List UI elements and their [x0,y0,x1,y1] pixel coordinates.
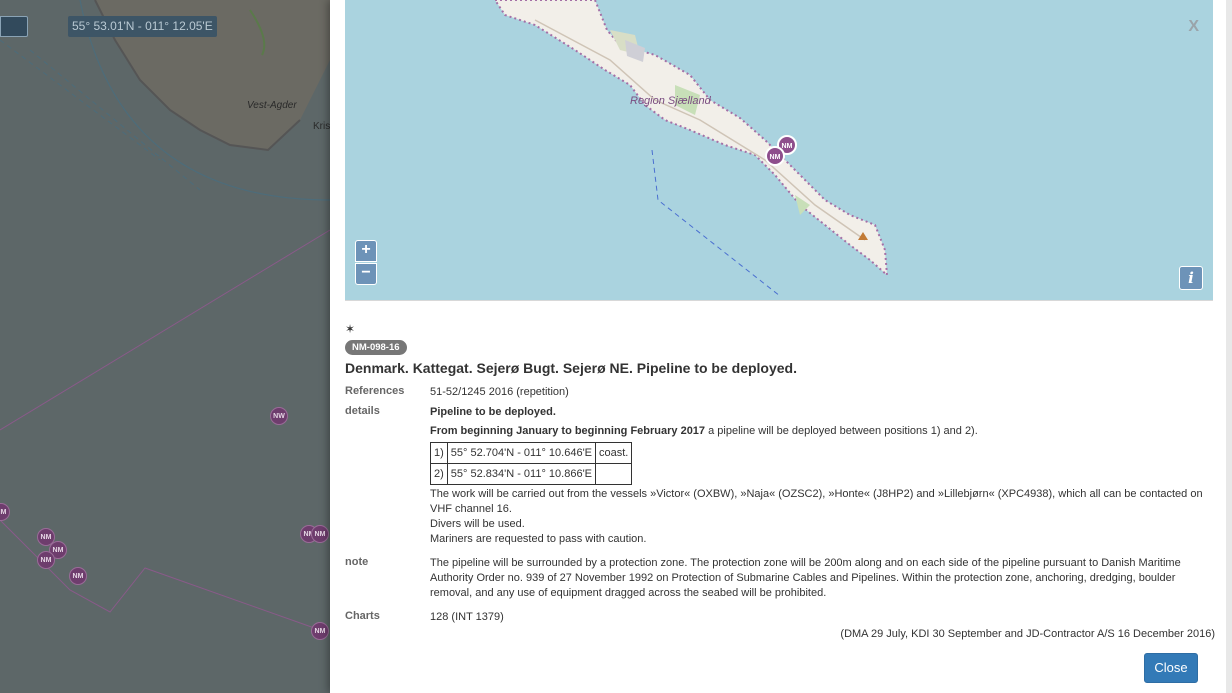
notice-content: ✶ NM-098-16 Denmark. Kattegat. Sejerø Bu… [345,322,1215,625]
note-row: note The pipeline will be surrounded by … [345,556,1215,601]
bg-place-label-vest-agder: Vest-Agder [247,100,297,111]
bg-coordinates-readout: 55° 53.01'N - 011° 12.05'E [68,16,217,37]
references-value[interactable]: 51-52/1245 2016 (repetition) [430,385,1215,400]
table-row: 2) 55° 52.834'N - 011° 10.866'E [430,463,633,485]
bg-place-label-kris: Kris [313,121,330,132]
close-button[interactable]: Close [1144,653,1198,683]
details-mariners: Mariners are requested to pass with caut… [430,533,647,545]
note-label: note [345,556,369,568]
details-heading: Pipeline to be deployed. [430,406,556,418]
details-row: details Pipeline to be deployed. From be… [345,405,1215,547]
bg-nm-badge[interactable]: NM [69,567,87,585]
notice-title: Denmark. Kattegat. Sejerø Bugt. Sejerø N… [345,360,797,376]
position-coords: 55° 52.704'N - 011° 10.646'E [446,442,597,464]
star-icon[interactable]: ✶ [345,322,1215,336]
position-note: coast. [595,442,633,464]
info-button[interactable]: i [1179,266,1203,290]
details-vessels: The work will be carried out from the ve… [430,488,1203,515]
details-period: From beginning January to beginning Febr… [430,424,1215,439]
details-period-bold: From beginning January to beginning Febr… [430,425,706,437]
bg-nm-badge[interactable]: NM [311,622,329,640]
notice-minimap[interactable]: Region Sjælland NM NM + − i X [345,0,1213,301]
dialog-close-x-icon[interactable]: X [1188,18,1199,36]
note-value: The pipeline will be surrounded by a pro… [430,557,1181,599]
notice-id-badge: NM-098-16 [345,340,407,355]
details-period-rest: a pipeline will be deployed between posi… [705,425,978,437]
charts-row: Charts 128 (INT 1379) [345,610,1215,625]
zoom-in-button[interactable]: + [355,240,377,262]
table-row: 1) 55° 52.704'N - 011° 10.646'E coast. [430,442,633,464]
bg-nm-badge[interactable]: NM [311,525,329,543]
notice-source: (DMA 29 July, KDI 30 September and JD-Co… [840,628,1215,640]
positions-table: 1) 55° 52.704'N - 011° 10.646'E coast. 2… [430,442,633,485]
details-divers: Divers will be used. [430,518,525,530]
notice-details-dialog: Region Sjælland NM NM + − i X ✶ NM-098-1… [330,0,1232,693]
minimap-nm-badge[interactable]: NM [765,146,785,166]
scrollbar[interactable] [1226,0,1232,693]
zoom-out-button[interactable]: − [355,263,377,285]
minimap-region-label: Region Sjælland [630,95,712,107]
references-label: References [345,385,405,397]
position-note [595,463,633,485]
bg-nm-badge[interactable]: NM [37,551,55,569]
position-number: 2) [430,463,448,485]
position-number: 1) [430,442,448,464]
bg-control-box[interactable] [0,16,28,37]
position-coords: 55° 52.834'N - 011° 10.866'E [446,463,597,485]
bg-nw-badge[interactable]: NW [270,407,288,425]
details-value: Pipeline to be deployed. From beginning … [430,405,1215,547]
details-label: details [345,405,380,417]
charts-value[interactable]: 128 (INT 1379) [430,610,1215,625]
references-row: References 51-52/1245 2016 (repetition) [345,385,1215,400]
charts-label: Charts [345,610,380,622]
